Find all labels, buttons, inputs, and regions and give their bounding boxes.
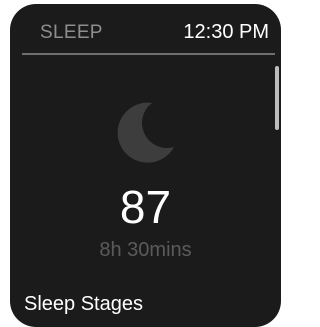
- sleep-duration: 8h 30mins: [99, 239, 192, 261]
- watch-screen: SLEEP 12:30 PM 87 8h 30mins Sleep Stages: [10, 4, 281, 327]
- scrollbar[interactable]: [275, 66, 279, 130]
- header-divider: [22, 53, 275, 55]
- app-title: SLEEP: [40, 22, 103, 43]
- sleep-stages-link[interactable]: Sleep Stages: [24, 293, 143, 316]
- clock-time: 12:30 PM: [183, 21, 269, 43]
- sleep-score: 87: [119, 181, 172, 233]
- moon-icon: [117, 102, 174, 163]
- header: SLEEP 12:30 PM: [10, 4, 281, 54]
